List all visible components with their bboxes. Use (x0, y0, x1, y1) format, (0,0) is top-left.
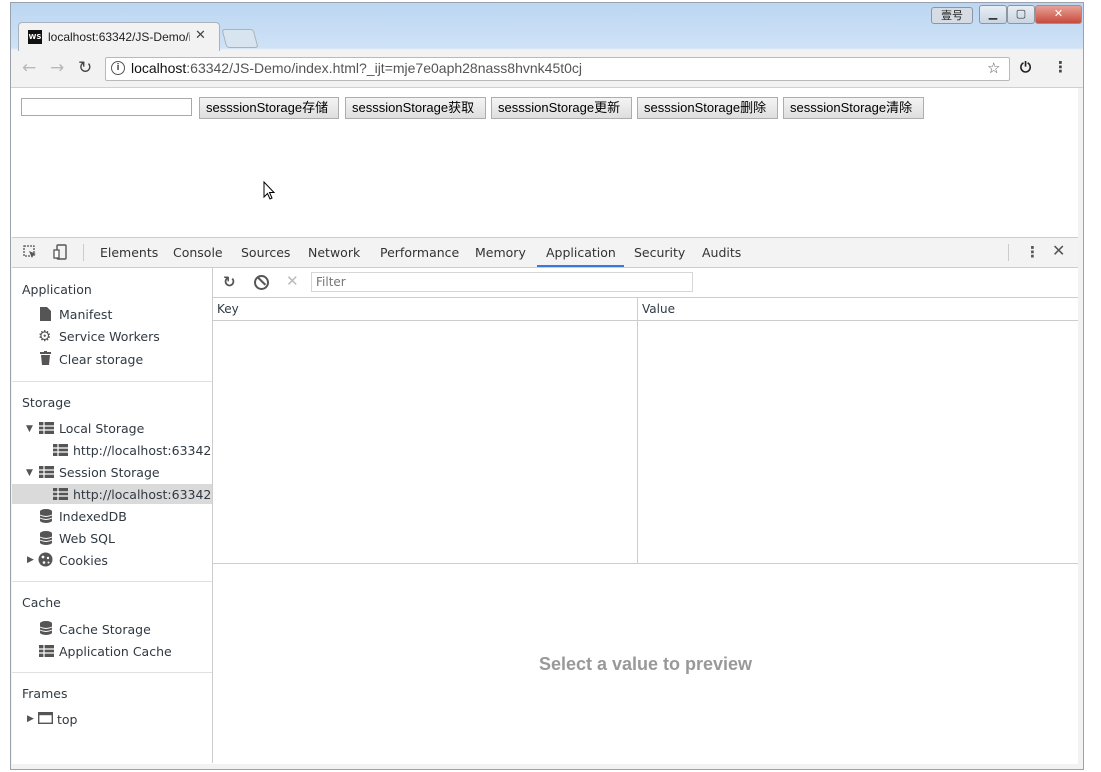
inspect-element-icon[interactable] (23, 245, 37, 259)
column-header-key[interactable]: Key (217, 302, 239, 316)
new-tab-button[interactable] (221, 29, 259, 48)
session-storage-grid-icon (39, 466, 54, 478)
sidebar-divider (12, 581, 212, 582)
column-divider[interactable] (637, 298, 638, 564)
session-storage-get-button[interactable]: sesssionStorage获取 (345, 97, 486, 119)
indexeddb-database-icon (40, 509, 52, 523)
window-close-icon[interactable]: ✕ (1035, 5, 1082, 24)
sidebar-item-local-storage-origin[interactable]: http://localhost:63342 (73, 444, 211, 458)
expand-triangle-down-icon[interactable]: ▼ (26, 467, 33, 479)
sidebar-item-cache-storage[interactable]: Cache Storage (59, 623, 151, 637)
devtools-more-icon[interactable]: ⋮ (1025, 243, 1040, 261)
tab-sources[interactable]: Sources (241, 246, 290, 260)
session-storage-save-button[interactable]: sesssionStorage存储 (199, 97, 339, 119)
toolbar-divider (1008, 244, 1009, 261)
sidebar-section-cache: Cache (22, 595, 61, 610)
cookies-icon (38, 552, 53, 567)
local-storage-grid-icon (39, 422, 54, 434)
tab-memory[interactable]: Memory (475, 246, 526, 260)
browser-menu-icon[interactable]: ⋮ (1053, 58, 1068, 76)
power-extension-icon[interactable]: ⏻ (1020, 59, 1031, 77)
sidebar-item-web-sql[interactable]: Web SQL (59, 532, 115, 546)
reload-icon[interactable]: ↻ (78, 58, 92, 78)
expand-triangle-right-icon[interactable]: ▶ (27, 713, 34, 725)
sidebar-item-session-storage[interactable]: Session Storage (59, 466, 160, 480)
sidebar-item-cookies[interactable]: Cookies (59, 554, 108, 568)
tab-console[interactable]: Console (173, 246, 223, 260)
manifest-file-icon (40, 307, 51, 321)
expand-triangle-right-icon[interactable]: ▶ (27, 554, 34, 566)
toolbar-divider (83, 244, 84, 261)
sidebar-item-indexeddb[interactable]: IndexedDB (59, 510, 127, 524)
active-tab-indicator (537, 265, 624, 267)
sidebar-item-top-frame[interactable]: top (57, 713, 77, 727)
bookmark-star-icon[interactable]: ☆ (987, 59, 1000, 77)
session-storage-clear-button[interactable]: sesssionStorage清除 (783, 97, 924, 119)
preview-empty-message: Select a value to preview (538, 654, 753, 674)
filter-input[interactable] (311, 272, 693, 292)
url-text[interactable]: localhost:63342/JS-Demo/index.html?_ijt=… (131, 59, 582, 77)
mouse-cursor-icon (263, 181, 276, 200)
webstorm-favicon-icon: WS (28, 30, 42, 44)
sidebar-item-session-storage-origin[interactable]: http://localhost:63342 (73, 488, 211, 502)
tab-close-icon[interactable]: ✕ (195, 28, 206, 44)
device-toolbar-icon[interactable] (53, 244, 67, 260)
tab-application[interactable]: Application (546, 246, 616, 260)
sidebar-item-application-cache[interactable]: Application Cache (59, 645, 172, 659)
back-arrow-icon[interactable]: ← (22, 58, 36, 78)
frame-window-icon (38, 712, 53, 724)
web-sql-database-icon (40, 531, 52, 545)
local-storage-origin-grid-icon (53, 444, 68, 456)
sidebar-item-service-workers[interactable]: Service Workers (59, 330, 160, 344)
sidebar-divider (12, 381, 212, 382)
site-info-icon[interactable]: i (111, 61, 125, 75)
devtools-tab-bar (12, 238, 1078, 268)
delete-selected-icon[interactable]: ✕ (286, 272, 299, 290)
refresh-icon[interactable]: ↻ (223, 273, 236, 291)
column-header-value[interactable]: Value (642, 302, 675, 316)
sidebar-divider (12, 672, 212, 673)
window-minimize-icon[interactable]: ▁ (979, 5, 1007, 24)
sidebar-section-application: Application (22, 282, 92, 297)
sidebar-section-frames: Frames (22, 686, 68, 701)
forward-arrow-icon[interactable]: → (50, 58, 64, 78)
clear-storage-trash-icon (40, 351, 51, 365)
tab-security[interactable]: Security (634, 246, 685, 260)
devtools-close-icon[interactable]: ✕ (1052, 242, 1065, 260)
window-maximize-icon[interactable]: ▢ (1007, 5, 1035, 24)
sidebar-item-local-storage[interactable]: Local Storage (59, 422, 144, 436)
tab-performance[interactable]: Performance (380, 246, 459, 260)
session-storage-origin-grid-icon (53, 488, 68, 500)
session-storage-delete-button[interactable]: sesssionStorage删除 (637, 97, 778, 119)
sidebar-item-manifest[interactable]: Manifest (59, 308, 112, 322)
storage-value-input[interactable] (21, 98, 192, 116)
url-path: :63342/JS-Demo/index.html?_ijt=mje7e0aph… (186, 60, 583, 76)
user-profile-badge[interactable]: 壹号 (931, 7, 973, 24)
tab-elements[interactable]: Elements (100, 246, 158, 260)
application-cache-grid-icon (39, 645, 54, 657)
tab-title: localhost:63342/JS-Demo/index.html (48, 30, 190, 44)
expand-triangle-down-icon[interactable]: ▼ (26, 423, 33, 435)
sidebar-section-storage: Storage (22, 395, 71, 410)
tab-audits[interactable]: Audits (702, 246, 741, 260)
grid-preview-splitter[interactable] (213, 563, 1078, 564)
service-workers-gear-icon: ⚙ (38, 327, 52, 345)
tab-network[interactable]: Network (308, 246, 360, 260)
session-storage-update-button[interactable]: sesssionStorage更新 (491, 97, 632, 119)
cache-storage-database-icon (40, 621, 52, 635)
sidebar-item-clear-storage[interactable]: Clear storage (59, 353, 143, 367)
url-host: localhost (131, 60, 187, 76)
